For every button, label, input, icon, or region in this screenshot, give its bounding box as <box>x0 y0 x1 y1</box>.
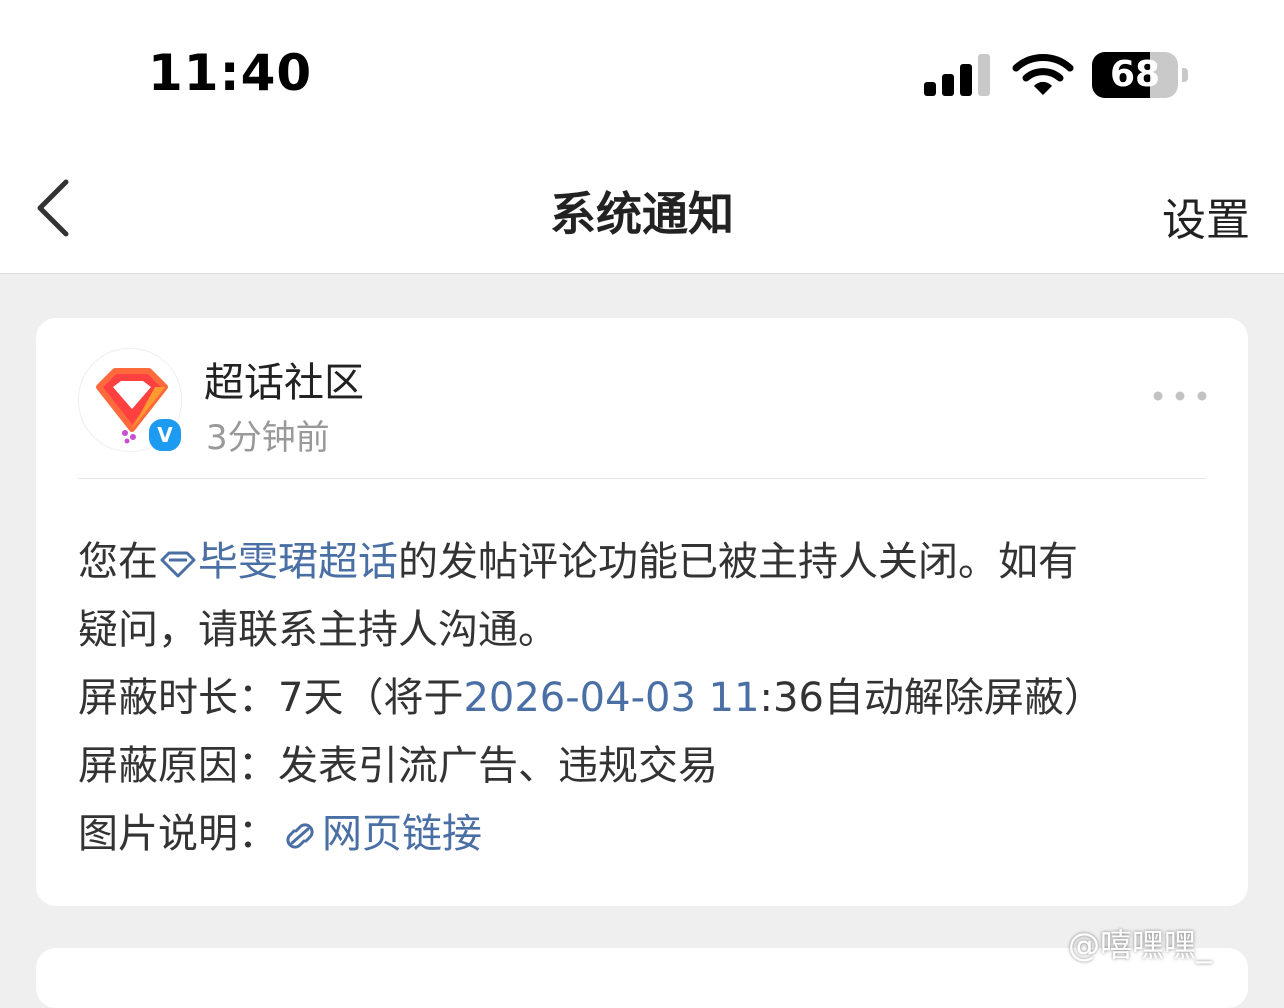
verified-badge-icon: V <box>146 416 184 454</box>
notification-body: 您在 毕雯珺超话的发帖评论功能已被主持人关闭。如有 疑问，请联系主持人沟通。 屏蔽… <box>78 528 1208 868</box>
duration-paren-close: 自动解除屏蔽） <box>823 675 1104 721</box>
link-icon <box>286 823 314 849</box>
notification-card: V 超话社区 3分钟前 您在 毕雯珺超话的发帖评论功能已被主持人关闭。如有 疑问，… <box>36 318 1248 906</box>
release-time-link[interactable]: 2026-04-03 11 <box>463 675 759 721</box>
duration-value: 7天 <box>278 675 344 721</box>
status-time: 11:40 <box>148 44 313 102</box>
reason-label: 屏蔽原因： <box>78 743 278 789</box>
webpage-link[interactable]: 网页链接 <box>322 811 482 857</box>
status-bar: 11:40 68 <box>0 0 1284 150</box>
settings-button[interactable]: 设置 <box>1162 184 1250 248</box>
diamond-icon <box>160 551 196 578</box>
duration-line: 屏蔽时长：7天（将于2026-04-03 11:36自动解除屏蔽） <box>78 664 1208 732</box>
navigation-bar: 系统通知 设置 <box>0 150 1284 274</box>
battery-indicator: 68 <box>1092 52 1188 98</box>
next-notification-card[interactable] <box>36 948 1248 1008</box>
topic-link[interactable]: 毕雯珺超话 <box>198 539 398 585</box>
divider <box>78 478 1206 479</box>
duration-label: 屏蔽时长： <box>78 675 278 721</box>
image-label: 图片说明： <box>78 811 278 857</box>
duration-paren-open: （将于 <box>343 675 464 721</box>
message-line-1: 您在 毕雯珺超话的发帖评论功能已被主持人关闭。如有 <box>78 528 1208 596</box>
wifi-icon <box>1012 54 1074 95</box>
image-line: 图片说明： 网页链接 <box>78 800 1208 868</box>
watermark: @嘻嘿嘿_ <box>1068 926 1213 964</box>
message-prefix: 您在 <box>78 539 158 585</box>
sender-name[interactable]: 超话社区 <box>204 350 364 408</box>
reason-value: 发表引流广告、违规交易 <box>278 743 718 789</box>
battery-percentage: 68 <box>1109 54 1161 95</box>
timestamp: 3分钟前 <box>206 418 330 458</box>
release-time-rest: :36 <box>759 675 824 721</box>
message-line-2: 疑问，请联系主持人沟通。 <box>78 607 558 653</box>
more-options-icon[interactable] <box>1152 386 1208 406</box>
reason-line: 屏蔽原因：发表引流广告、违规交易 <box>78 732 1208 800</box>
message-suffix: 的发帖评论功能已被主持人关闭。如有 <box>398 539 1078 585</box>
cellular-signal-icon <box>924 54 990 96</box>
page-title: 系统通知 <box>550 187 734 241</box>
